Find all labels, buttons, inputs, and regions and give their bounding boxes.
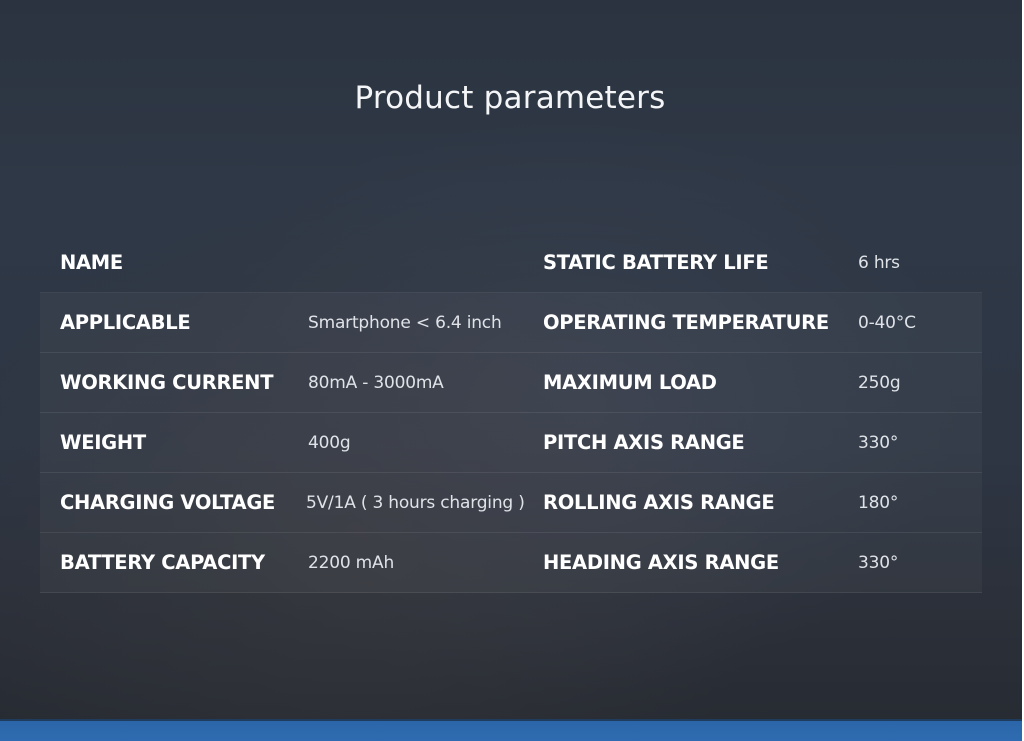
param-value: 400g [308,433,351,453]
param-label: PITCH AXIS RANGE [543,431,745,454]
param-value: 2200 mAh [308,553,395,573]
param-label: MAXIMUM LOAD [543,371,717,394]
param-label: NAME [60,251,123,274]
param-label: BATTERY CAPACITY [60,551,265,574]
param-label: OPERATING TEMPERATURE [543,311,829,334]
table-row: WORKING CURRENT 80mA - 3000mA MAXIMUM LO… [40,353,982,413]
page-title: Product parameters [354,80,666,116]
table-row: NAME STATIC BATTERY LIFE 6 hrs [40,233,982,293]
row-band [40,413,982,473]
parameters-table: NAME STATIC BATTERY LIFE 6 hrs APPLICABL… [40,233,982,593]
param-label: APPLICABLE [60,311,191,334]
table-row: CHARGING VOLTAGE 5V/1A ( 3 hours chargin… [40,473,982,533]
param-label: ROLLING AXIS RANGE [543,491,775,514]
bottom-accent-bar [0,721,1022,741]
table-row: WEIGHT 400g PITCH AXIS RANGE 330° [40,413,982,473]
table-row: BATTERY CAPACITY 2200 mAh HEADING AXIS R… [40,533,982,593]
param-value: 330° [858,553,899,573]
param-value: Smartphone < 6.4 inch [308,313,502,333]
param-label: WORKING CURRENT [60,371,274,394]
param-value: 180° [858,493,899,513]
row-band [40,233,982,293]
param-value: 5V/1A ( 3 hours charging ) [306,493,525,513]
row-divider [40,592,982,593]
param-label: WEIGHT [60,431,146,454]
param-value: 0-40°C [858,313,916,333]
param-value: 330° [858,433,899,453]
param-label: STATIC BATTERY LIFE [543,251,769,274]
table-row: APPLICABLE Smartphone < 6.4 inch OPERATI… [40,293,982,353]
param-label: CHARGING VOLTAGE [60,491,276,514]
param-value: 80mA - 3000mA [308,373,444,393]
param-label: HEADING AXIS RANGE [543,551,779,574]
param-value: 250g [858,373,901,393]
product-parameters-panel: Product parameters NAME STATIC BATTERY L… [0,0,1022,741]
param-value: 6 hrs [858,253,900,273]
